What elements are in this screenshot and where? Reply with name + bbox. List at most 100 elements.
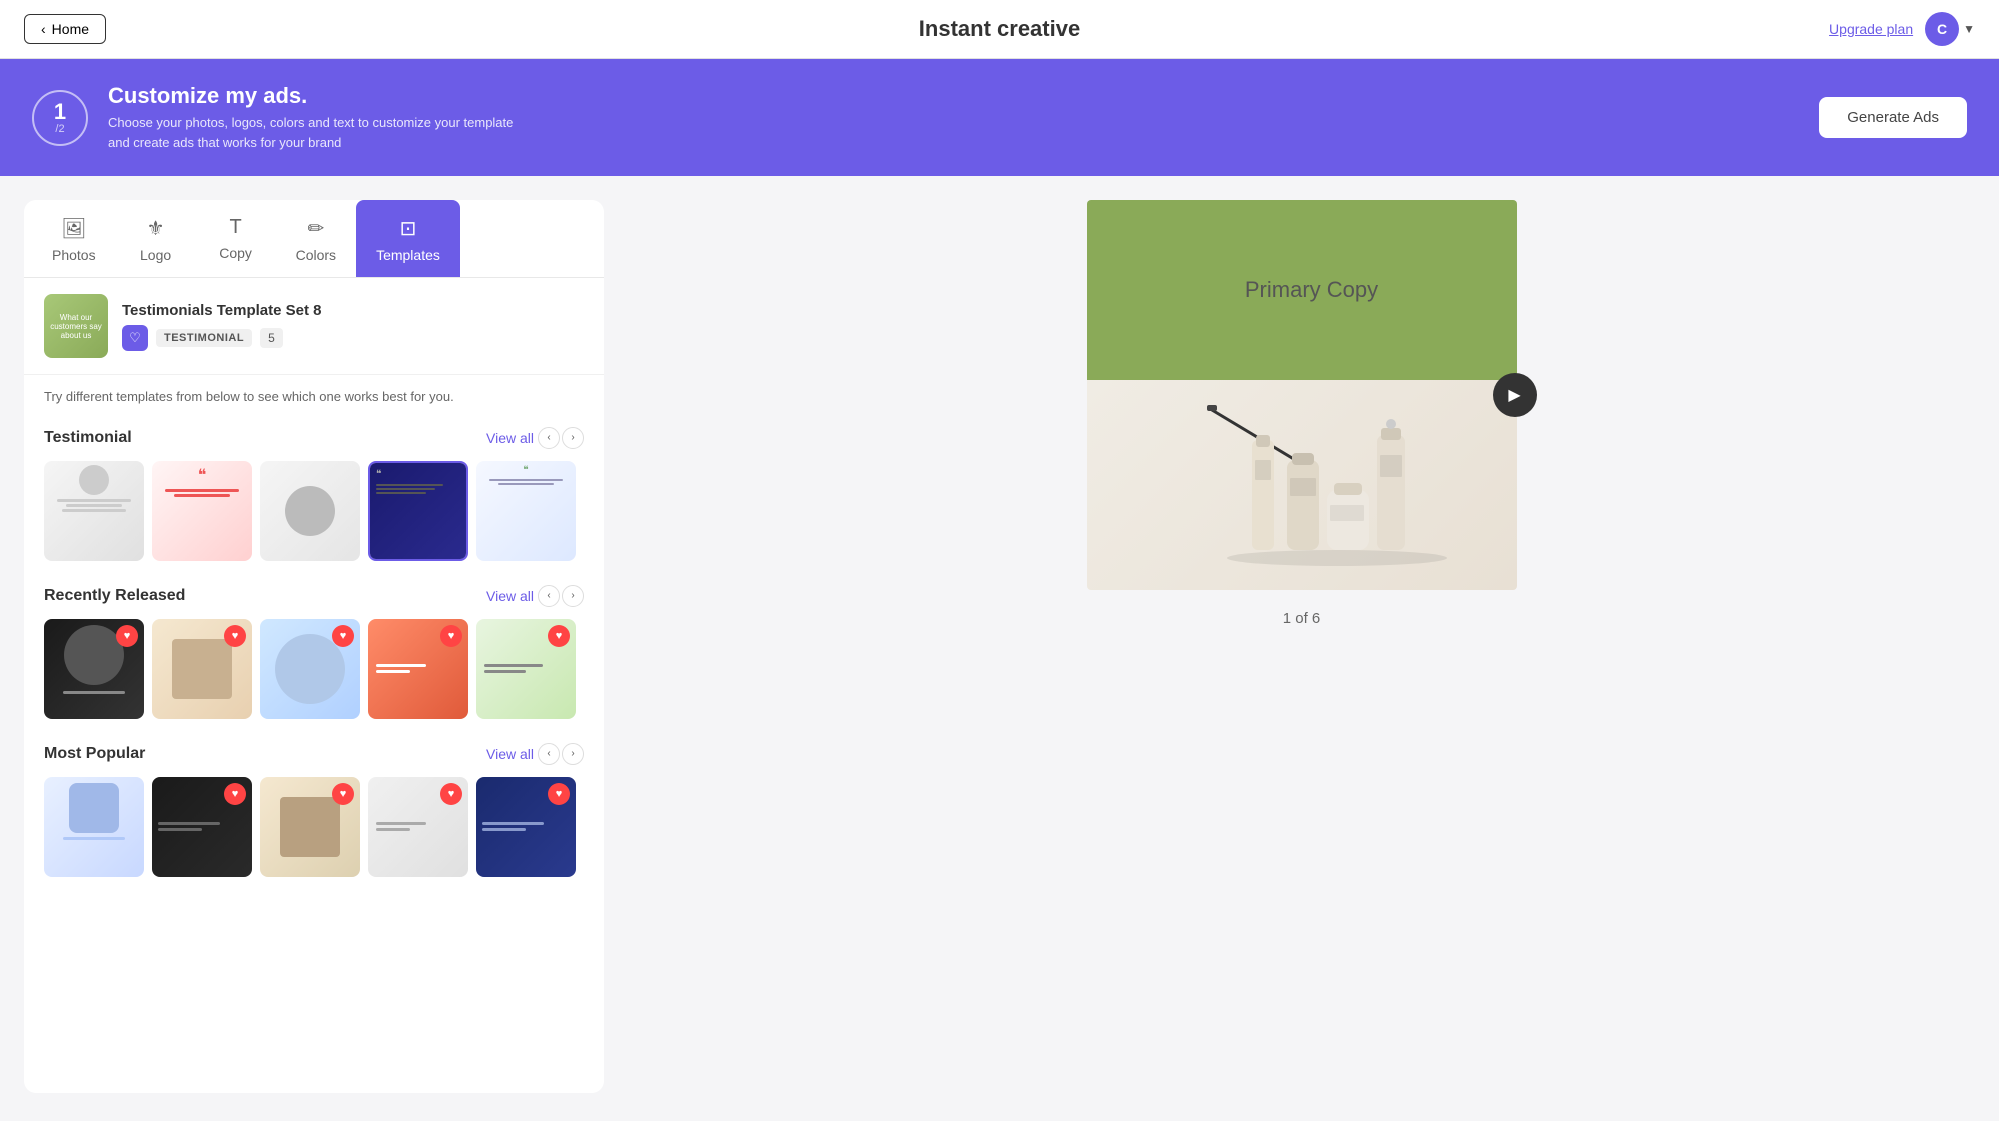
type-badge: TESTIMONIAL: [156, 329, 252, 347]
view-all-recent[interactable]: View all ‹ ›: [486, 585, 584, 607]
template-info: Testimonials Template Set 8 ♡ TESTIMONIA…: [122, 302, 322, 351]
banner-text: Customize my ads. Choose your photos, lo…: [108, 83, 528, 152]
testimonial-section: Testimonial View all ‹ ›: [24, 419, 604, 577]
section-title-testimonial: Testimonial: [44, 429, 132, 447]
testimonial-grid: ❝ ❝: [44, 461, 584, 561]
step-indicator: 1 /2: [32, 90, 88, 146]
preview-container: Primary Copy: [1087, 200, 1517, 590]
heart-overlay-r1: ♥: [116, 625, 138, 647]
tab-logo-label: Logo: [140, 247, 171, 263]
tab-colors-label: Colors: [296, 247, 336, 263]
heart-overlay-r4: ♥: [440, 625, 462, 647]
popular-grid: ♥ ♥ ♥: [44, 777, 584, 877]
home-label: Home: [52, 21, 89, 37]
heart-overlay-p3: ♥: [332, 783, 354, 805]
customize-banner: 1 /2 Customize my ads. Choose your photo…: [0, 59, 1999, 176]
play-button[interactable]: ▶: [1493, 373, 1537, 417]
prev-arrow-popular[interactable]: ‹: [538, 743, 560, 765]
page-indicator: 1 of 6: [1283, 610, 1321, 627]
template-header: What our customers say about us Testimon…: [24, 278, 604, 375]
main-layout: 🖼 Photos ⚜ Logo T Copy ✏ Colors ⊡ Templa…: [0, 176, 1999, 1117]
left-panel: 🖼 Photos ⚜ Logo T Copy ✏ Colors ⊡ Templa…: [24, 200, 604, 1093]
section-title-popular: Most Popular: [44, 745, 145, 763]
step-total: /2: [55, 123, 64, 135]
tab-photos[interactable]: 🖼 Photos: [32, 200, 116, 277]
copy-icon: T: [229, 216, 241, 239]
chevron-left-icon: ‹: [41, 21, 46, 37]
step-number: 1: [54, 101, 66, 123]
upgrade-link[interactable]: Upgrade plan: [1829, 21, 1913, 37]
colors-icon: ✏: [307, 216, 324, 241]
tab-copy[interactable]: T Copy: [196, 200, 276, 277]
template-subtext: Try different templates from below to se…: [24, 375, 604, 419]
generate-ads-button[interactable]: Generate Ads: [1819, 97, 1967, 138]
template-card-p4[interactable]: ♥: [368, 777, 468, 877]
template-badges: ♡ TESTIMONIAL 5: [122, 325, 322, 351]
template-card-r5[interactable]: ♥: [476, 619, 576, 719]
tab-templates[interactable]: ⊡ Templates: [356, 200, 460, 277]
template-card-r4[interactable]: ♥: [368, 619, 468, 719]
tab-templates-label: Templates: [376, 247, 440, 263]
thumb-inner: What our customers say about us: [44, 294, 108, 358]
tab-copy-label: Copy: [219, 245, 252, 261]
heart-icon[interactable]: ♡: [122, 325, 148, 351]
header-right: Upgrade plan C ▼: [1829, 12, 1975, 46]
heart-overlay-p5: ♥: [548, 783, 570, 805]
next-arrow-popular[interactable]: ›: [562, 743, 584, 765]
heart-overlay-p2: ♥: [224, 783, 246, 805]
template-card-t4[interactable]: ❝: [368, 461, 468, 561]
template-title: Testimonials Template Set 8: [122, 302, 322, 319]
photos-icon: 🖼: [61, 216, 86, 241]
banner-description: Choose your photos, logos, colors and te…: [108, 113, 528, 152]
recent-grid: ♥ ♥ ♥: [44, 619, 584, 719]
template-card-p5[interactable]: ♥: [476, 777, 576, 877]
section-header-testimonial: Testimonial View all ‹ ›: [44, 419, 584, 449]
template-thumbnail: What our customers say about us: [44, 294, 108, 358]
section-header-recent: Recently Released View all ‹ ›: [44, 577, 584, 607]
templates-icon: ⊡: [400, 216, 417, 241]
preview-top: Primary Copy: [1087, 200, 1517, 380]
header: ‹ Home Instant creative Upgrade plan C ▼: [0, 0, 1999, 59]
nav-arrows: ‹ ›: [538, 427, 584, 449]
tab-bar: 🖼 Photos ⚜ Logo T Copy ✏ Colors ⊡ Templa…: [24, 200, 604, 278]
next-arrow-recent[interactable]: ›: [562, 585, 584, 607]
template-card-r1[interactable]: ♥: [44, 619, 144, 719]
template-card-r3[interactable]: ♥: [260, 619, 360, 719]
chevron-down-icon: ▼: [1963, 22, 1975, 36]
template-card-r2[interactable]: ♥: [152, 619, 252, 719]
banner-heading: Customize my ads.: [108, 83, 528, 109]
heart-overlay-p4: ♥: [440, 783, 462, 805]
preview-bottom: [1087, 380, 1517, 590]
next-arrow[interactable]: ›: [562, 427, 584, 449]
tab-logo[interactable]: ⚜ Logo: [116, 200, 196, 277]
avatar-dropdown[interactable]: C ▼: [1925, 12, 1975, 46]
banner-left: 1 /2 Customize my ads. Choose your photo…: [32, 83, 528, 152]
view-all-testimonial[interactable]: View all ‹ ›: [486, 427, 584, 449]
template-card-p1[interactable]: [44, 777, 144, 877]
template-card-p3[interactable]: ♥: [260, 777, 360, 877]
prev-arrow[interactable]: ‹: [538, 427, 560, 449]
logo-icon: ⚜: [147, 216, 165, 241]
view-all-popular[interactable]: View all ‹ ›: [486, 743, 584, 765]
home-button[interactable]: ‹ Home: [24, 14, 106, 44]
nav-arrows-popular: ‹ ›: [538, 743, 584, 765]
tab-photos-label: Photos: [52, 247, 96, 263]
heart-overlay-r3: ♥: [332, 625, 354, 647]
product-svg: [1152, 390, 1452, 580]
heart-overlay-r2: ♥: [224, 625, 246, 647]
count-badge: 5: [260, 328, 283, 348]
template-card-t3[interactable]: [260, 461, 360, 561]
preview-image: Primary Copy: [1087, 200, 1517, 590]
section-title-recent: Recently Released: [44, 587, 185, 605]
prev-arrow-recent[interactable]: ‹: [538, 585, 560, 607]
tab-colors[interactable]: ✏ Colors: [276, 200, 356, 277]
heart-overlay-r5: ♥: [548, 625, 570, 647]
template-card-t5[interactable]: ❝: [476, 461, 576, 561]
nav-arrows-recent: ‹ ›: [538, 585, 584, 607]
product-placeholder: [1087, 380, 1517, 590]
template-card-t2[interactable]: ❝: [152, 461, 252, 561]
template-card-p2[interactable]: ♥: [152, 777, 252, 877]
recently-released-section: Recently Released View all ‹ ›: [24, 577, 604, 735]
template-card-t1[interactable]: [44, 461, 144, 561]
page-title: Instant creative: [919, 16, 1080, 42]
